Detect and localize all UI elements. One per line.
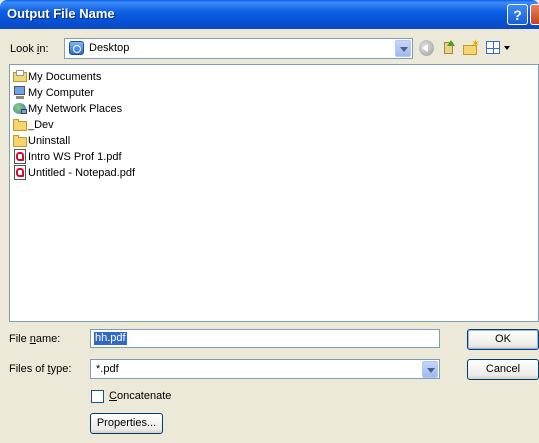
file-name-label: File name: — [9, 333, 61, 345]
properties-button[interactable]: Properties... — [90, 413, 163, 434]
look-in-label: Look in: — [10, 43, 49, 55]
ok-button[interactable]: OK — [467, 329, 539, 350]
desktop-icon — [69, 41, 84, 55]
dialog-title: Output File Name — [7, 6, 115, 21]
output-file-dialog: Output File Name ? Look in: Desktop My D… — [0, 0, 539, 443]
close-button[interactable] — [530, 4, 539, 25]
file-type-label: Files of type: — [9, 363, 72, 375]
pdf-file-icon — [12, 149, 28, 164]
look-in-dropdown-arrow[interactable] — [395, 40, 411, 57]
views-dropdown-arrow-icon[interactable] — [504, 46, 510, 50]
concatenate-checkbox[interactable] — [91, 390, 104, 403]
back-icon[interactable] — [419, 40, 434, 56]
title-bar: Output File Name ? — [0, 0, 539, 29]
folder-icon — [12, 117, 28, 132]
file-type-dropdown[interactable]: *.pdf — [90, 359, 440, 379]
look-in-dropdown[interactable]: Desktop — [64, 38, 413, 59]
folder-icon — [12, 133, 28, 148]
look-in-value: Desktop — [89, 42, 130, 54]
new-folder-icon[interactable] — [462, 37, 480, 56]
file-name-value: hh.pdf — [94, 332, 127, 345]
up-folder-icon[interactable] — [442, 40, 455, 56]
my-computer-icon — [12, 85, 28, 100]
file-type-value: *.pdf — [96, 363, 119, 375]
cancel-button[interactable]: Cancel — [467, 359, 539, 380]
views-menu-icon[interactable] — [486, 40, 502, 56]
network-places-icon — [12, 101, 28, 116]
my-documents-icon — [12, 69, 28, 84]
help-button[interactable]: ? — [507, 4, 528, 25]
file-name-input[interactable]: hh.pdf — [90, 329, 440, 348]
file-list[interactable]: My Documents My Computer My Network Plac… — [9, 64, 539, 322]
pdf-file-icon — [12, 165, 28, 180]
concatenate-label[interactable]: Concatenate — [109, 390, 171, 402]
file-type-dropdown-arrow[interactable] — [422, 361, 438, 378]
